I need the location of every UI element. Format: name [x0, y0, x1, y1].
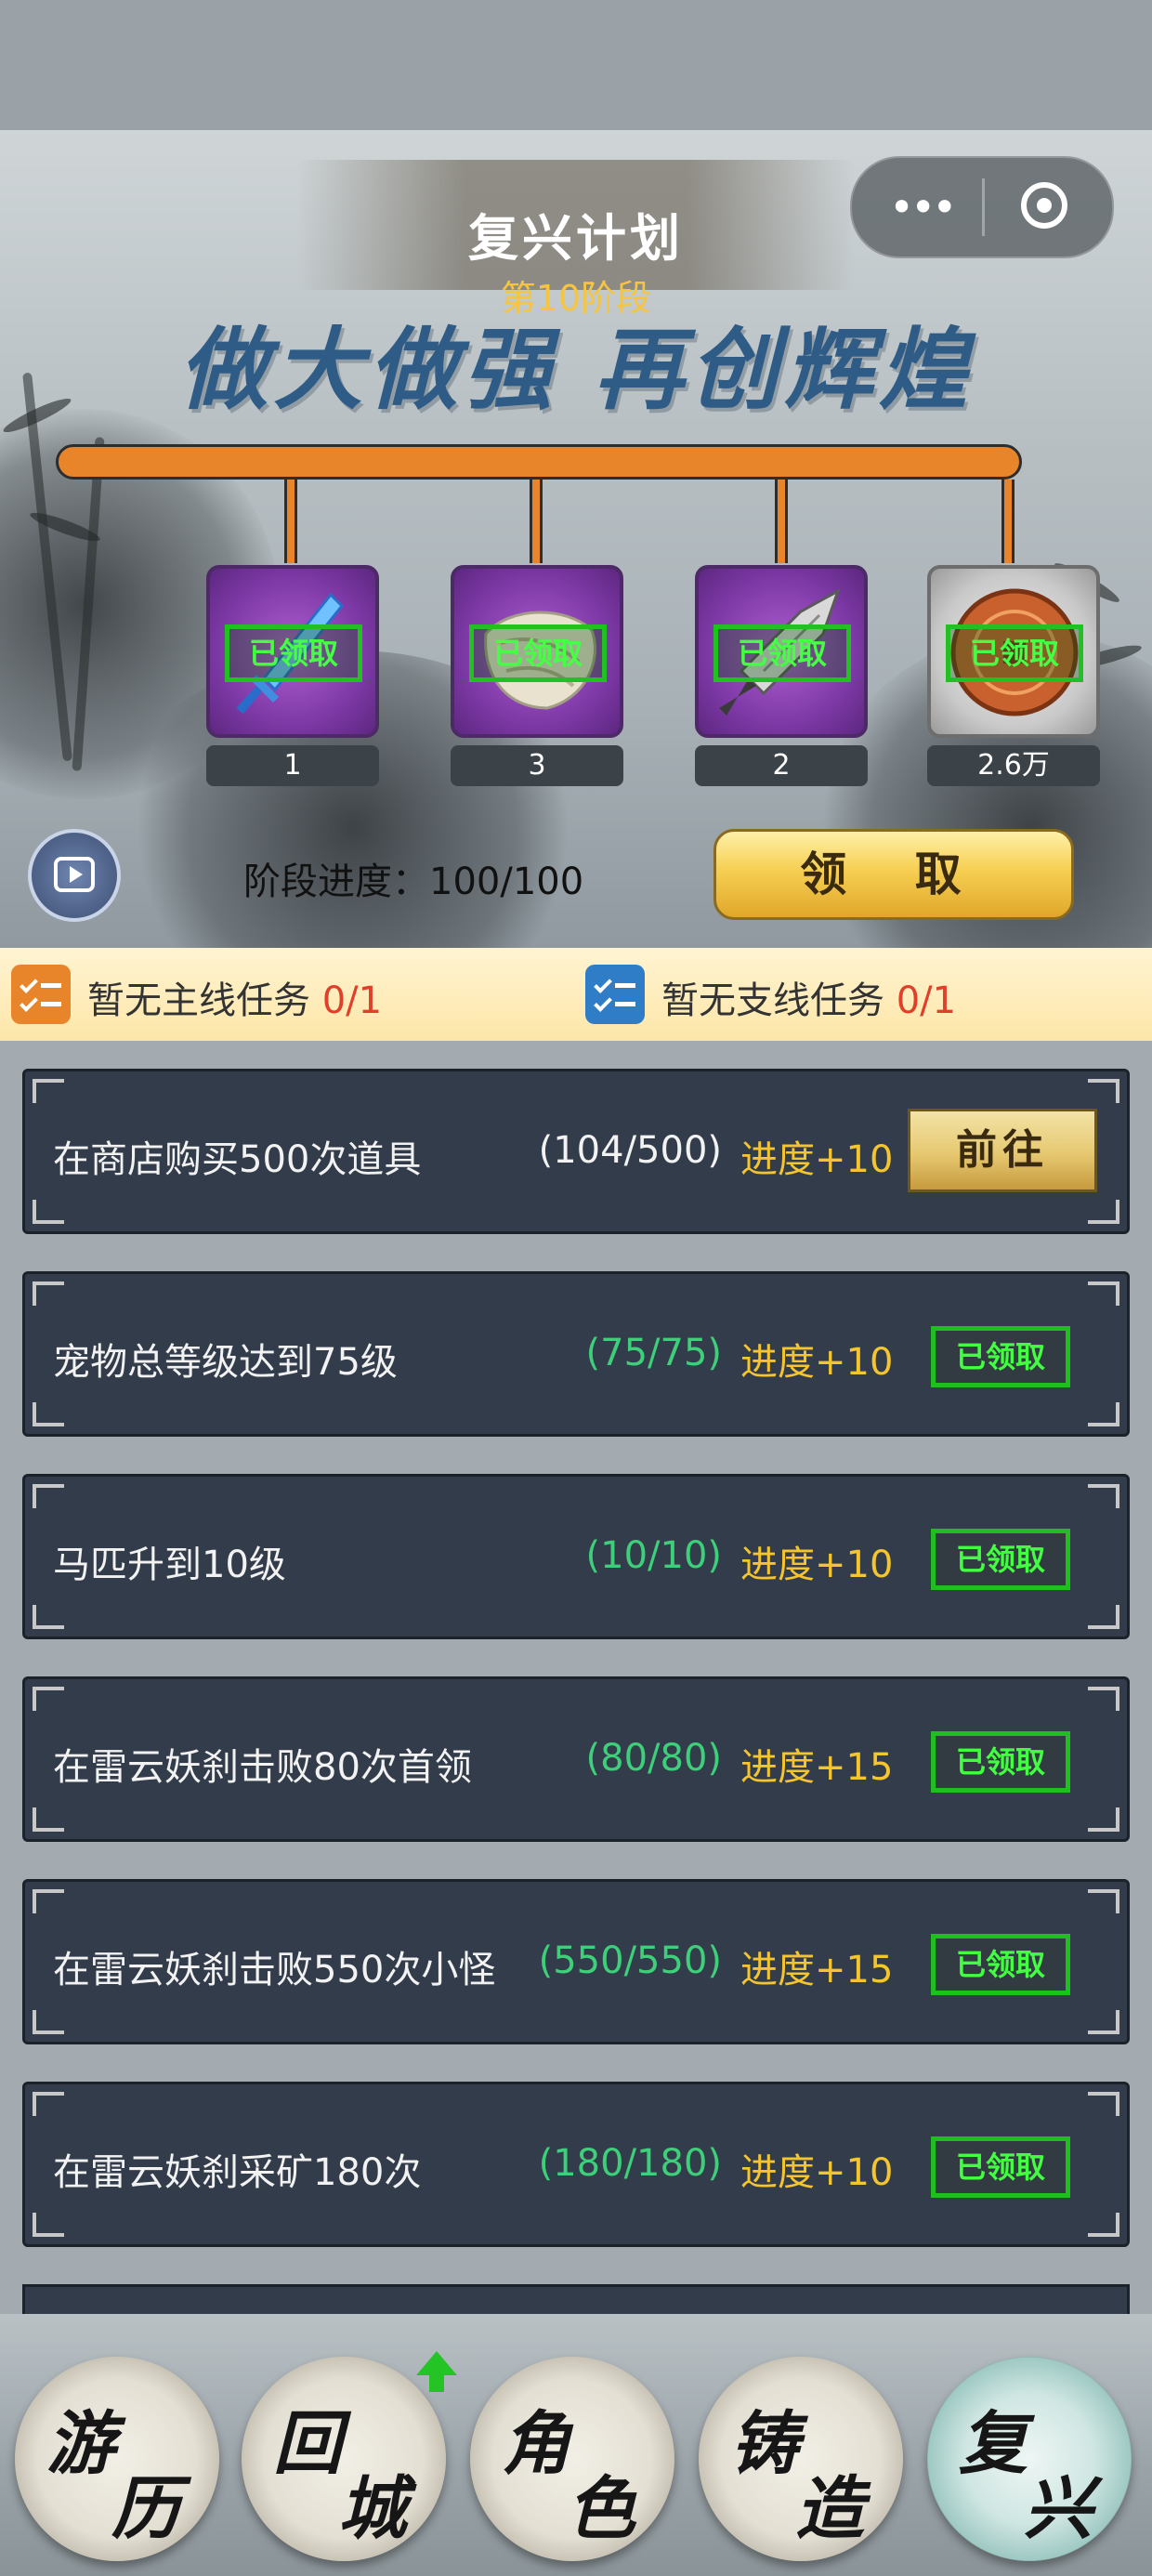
revival-plan-panel: 复兴计划 第10阶段 ••• 做大做强 再创辉煌 已领取 1 已领取 3 已领取… [0, 130, 1152, 948]
bottom-nav: 游 历 回 城 角 色 铸 造 复 兴 [0, 2314, 1152, 2576]
task-gain: 进度+15 [740, 1746, 894, 1789]
claimed-button[interactable]: 已领取 [931, 1934, 1070, 1995]
task-row: 在雷云妖刹采矿180次 (180/180) 进度+10 已领取 [22, 2082, 1130, 2247]
reward-item-sword[interactable]: 已领取 [206, 565, 379, 738]
main-task-tab[interactable]: 暂无主线任务 0/1 [87, 970, 382, 1024]
video-play-button[interactable] [28, 829, 121, 922]
claimed-button[interactable]: 已领取 [931, 1529, 1070, 1590]
more-dots-icon[interactable]: ••• [889, 182, 957, 232]
task-gain: 进度+10 [740, 1341, 894, 1384]
claimed-button[interactable]: 已领取 [931, 1326, 1070, 1387]
mini-program-capsule: ••• [850, 156, 1114, 258]
task-name: 宠物总等级达到75级 [53, 1341, 398, 1384]
task-row: 在雷云妖刹击败80次首领 (80/80) 进度+15 已领取 [22, 1676, 1130, 1842]
capsule-divider [982, 178, 985, 236]
nav-label-char: 回 [273, 2404, 342, 2484]
task-row: 在雷云妖刹击败550次小怪 (550/550) 进度+15 已领取 [22, 1879, 1130, 2044]
task-gain: 进度+10 [740, 1544, 894, 1586]
reward-item-cloth[interactable]: 已领取 [451, 565, 623, 738]
claimed-button[interactable]: 已领取 [931, 1731, 1070, 1793]
task-name: 在雷云妖刹击败80次首领 [53, 1746, 472, 1789]
goto-button[interactable]: 前往 [908, 1109, 1097, 1192]
nav-return-city-button[interactable]: 回 城 [242, 2351, 457, 2561]
task-progress: (180/180) [538, 2142, 722, 2185]
main-task-label: 暂无主线任务 [87, 979, 322, 1022]
reward-count: 3 [451, 745, 623, 786]
task-progress: (75/75) [585, 1332, 722, 1374]
nav-label-char: 城 [338, 2469, 407, 2549]
task-name: 在雷云妖刹击败550次小怪 [53, 1949, 496, 1991]
nav-label-char: 历 [111, 2469, 180, 2549]
reward-branch-stem [284, 480, 297, 563]
task-row: 宠物总等级达到75级 (75/75) 进度+10 已领取 [22, 1271, 1130, 1437]
page-title: 复兴计划 [468, 209, 684, 268]
main-task-icon [11, 965, 71, 1024]
nav-label-char: 色 [567, 2469, 635, 2549]
reward-count: 1 [206, 745, 379, 786]
reward-count: 2.6万 [927, 745, 1100, 786]
task-progress: (104/500) [538, 1129, 722, 1172]
target-close-icon[interactable] [1021, 182, 1067, 229]
claimed-button[interactable]: 已领取 [931, 2136, 1070, 2198]
task-name: 马匹升到10级 [53, 1544, 286, 1586]
claimed-tag: 已领取 [225, 624, 362, 682]
side-task-count: 0/1 [896, 979, 957, 1022]
task-row-partial [22, 2284, 1130, 2314]
nav-character-button[interactable]: 角 色 [470, 2357, 674, 2561]
nav-label-char: 兴 [1024, 2469, 1093, 2549]
main-task-count: 0/1 [321, 979, 383, 1022]
title-banner: 复兴计划 第10阶段 [297, 160, 855, 319]
claimed-tag: 已领取 [469, 624, 607, 682]
task-gain: 进度+10 [740, 1138, 894, 1181]
claimed-tag: 已领取 [713, 624, 851, 682]
nav-travel-button[interactable]: 游 历 [15, 2357, 219, 2561]
claimed-tag: 已领取 [946, 624, 1083, 682]
reward-item-coin[interactable]: 已领取 [927, 565, 1100, 738]
task-list[interactable]: 在商店购买500次道具 (104/500) 进度+10 前往 宠物总等级达到75… [0, 1041, 1152, 2314]
task-row: 在商店购买500次道具 (104/500) 进度+10 前往 [22, 1069, 1130, 1234]
reward-branch-stem [1001, 480, 1015, 563]
slogan: 做大做强 再创辉煌 [178, 317, 974, 422]
task-progress: (550/550) [538, 1939, 722, 1982]
stage-progress-text: 阶段进度：100/100 [243, 861, 584, 903]
nav-label-char: 造 [795, 2469, 864, 2549]
task-name: 在雷云妖刹采矿180次 [53, 2151, 422, 2194]
side-task-icon [585, 965, 645, 1024]
nav-forge-button[interactable]: 铸 造 [699, 2357, 903, 2561]
task-gain: 进度+10 [740, 2151, 894, 2194]
side-task-tab[interactable]: 暂无支线任务 0/1 [661, 970, 956, 1024]
nav-label-char: 铸 [730, 2404, 799, 2484]
reward-count: 2 [695, 745, 868, 786]
task-gain: 进度+15 [740, 1949, 894, 1991]
task-row: 马匹升到10级 (10/10) 进度+10 已领取 [22, 1474, 1130, 1639]
up-arrow-icon [416, 2351, 457, 2392]
reward-branch-stem [530, 480, 543, 563]
side-task-label: 暂无支线任务 [661, 979, 897, 1022]
reward-branch-bar [56, 444, 1022, 480]
claim-button[interactable]: 领 取 [713, 829, 1074, 920]
nav-label-char: 角 [502, 2404, 570, 2484]
play-icon [70, 866, 83, 883]
task-progress: (10/10) [585, 1534, 722, 1577]
nav-label-char: 复 [959, 2404, 1028, 2484]
reward-branch-stem [775, 480, 788, 563]
nav-revival-button[interactable]: 复 兴 [927, 2357, 1132, 2561]
reward-item-dagger[interactable]: 已领取 [695, 565, 868, 738]
task-name: 在商店购买500次道具 [53, 1138, 422, 1181]
nav-label-char: 游 [46, 2404, 115, 2484]
task-progress: (80/80) [585, 1737, 722, 1780]
status-bar [0, 0, 1152, 130]
task-tabs: 暂无主线任务 0/1 暂无支线任务 0/1 [0, 948, 1152, 1041]
